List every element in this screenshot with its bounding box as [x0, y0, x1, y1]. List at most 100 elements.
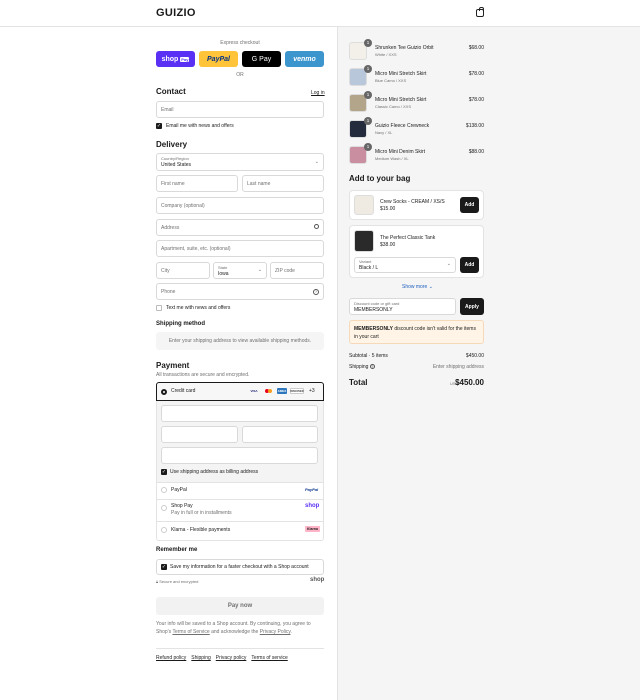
shop-pay-logo: shop — [161, 55, 179, 63]
pay-now-button[interactable]: Pay now — [156, 597, 324, 615]
help-icon[interactable]: ? — [313, 289, 319, 295]
chevron-down-icon: ⌄ — [314, 159, 319, 165]
email-news-label: Email me with news and offers — [166, 123, 234, 129]
last-name-field[interactable]: Last name — [242, 175, 324, 192]
city-field[interactable]: City — [156, 262, 210, 279]
billing-address-label: Use shipping address as billing address — [170, 469, 259, 475]
discover-icon: DISCOVER — [290, 388, 304, 394]
venmo-logo: venmo — [293, 55, 316, 63]
item-variant: White / XXS — [375, 52, 397, 57]
info-icon[interactable]: ? — [369, 364, 375, 370]
item-name: Micro Mini Denim Skirt — [375, 149, 426, 155]
item-variant: Navy / XL — [375, 130, 393, 135]
mastercard-icon — [263, 388, 273, 394]
paypal-button[interactable]: PayPal — [199, 51, 238, 67]
privacy-policy-link[interactable]: Privacy policy — [216, 655, 247, 661]
logo[interactable]: GUIZIO — [156, 7, 196, 19]
klarna-option-label: Klarna - Flexible payments — [171, 527, 231, 533]
shop-pay-button[interactable]: shop Pay — [156, 51, 195, 67]
save-info-checkbox[interactable]: ✓ — [161, 564, 167, 570]
terms-of-service-link[interactable]: Terms of service — [251, 655, 287, 661]
terms-link[interactable]: Terms of Service — [172, 629, 209, 635]
variant-select[interactable]: Variant Black / L ⌄ — [354, 257, 456, 273]
item-price: $88.00 — [468, 149, 484, 155]
add-to-bag-title: Add to your bag — [349, 174, 411, 183]
item-quantity-badge: 1 — [364, 65, 372, 73]
divider — [156, 521, 324, 522]
state-value: Iowa — [218, 271, 229, 277]
text-news-label: Text me with news and offers — [166, 305, 231, 311]
credit-card-radio[interactable] — [161, 389, 167, 395]
last-name-placeholder: Last name — [247, 180, 271, 187]
company-field[interactable]: Company (optional) — [156, 197, 324, 214]
venmo-button[interactable]: venmo — [285, 51, 324, 67]
card-number-field[interactable] — [161, 405, 318, 422]
first-name-field[interactable]: First name — [156, 175, 238, 192]
payment-subtitle: All transactions are secure and encrypte… — [156, 372, 250, 378]
shipping-method-placeholder: Enter your shipping address to view avai… — [156, 332, 324, 350]
save-info-label: Save my information for a faster checkou… — [170, 564, 309, 570]
secure-encrypted-text: Secure and encrypted — [159, 579, 199, 584]
billing-address-checkbox[interactable]: ✓ — [161, 469, 167, 475]
shop-pay-radio[interactable] — [161, 505, 167, 511]
country-select[interactable]: Country/Region United States ⌄ — [156, 153, 324, 171]
privacy-link[interactable]: Privacy Policy — [260, 629, 291, 635]
visa-icon: VISA — [250, 389, 258, 393]
shipping-method-title: Shipping method — [156, 321, 205, 327]
discount-field[interactable]: Discount code or gift card MEMBERSONLY — [349, 298, 456, 315]
apply-button[interactable]: Apply — [460, 298, 484, 315]
country-value: United States — [161, 162, 192, 168]
upsell-item-price: $15.00 — [380, 206, 396, 212]
or-divider: OR — [236, 72, 244, 78]
shipping-label-text: Shipping — [349, 364, 369, 370]
apartment-field[interactable]: Apartment, suite, etc. (optional) — [156, 240, 324, 257]
name-on-card-field[interactable] — [161, 447, 318, 464]
classic-tank-image — [354, 230, 374, 252]
email-news-checkbox[interactable]: ✓ — [156, 123, 162, 129]
variant-label: Variant — [359, 259, 372, 264]
phone-field[interactable]: Phone? — [156, 283, 324, 300]
item-name: Guizio Fleece Crewneck — [375, 123, 430, 129]
lock-icon: 🔒︎ — [156, 579, 159, 584]
shop-logo: shop — [310, 577, 325, 583]
item-price: $68.00 — [468, 45, 484, 51]
login-link[interactable]: Log in — [311, 90, 325, 96]
show-more-link[interactable]: Show more ⌄ — [402, 284, 433, 290]
item-name: Micro Mini Stretch Skirt — [375, 71, 427, 77]
email-placeholder: Email — [161, 106, 174, 113]
address-placeholder: Address — [161, 224, 180, 231]
refund-policy-link[interactable]: Refund policy — [156, 655, 186, 661]
upsell-item-name: The Perfect Classic Tank — [380, 235, 436, 241]
amex-icon: AMEX — [277, 388, 287, 394]
discount-label: Discount code or gift card — [354, 301, 400, 306]
remember-me-title: Remember me — [156, 547, 198, 553]
shopping-bag-icon[interactable] — [476, 7, 484, 17]
text-news-checkbox[interactable] — [156, 305, 162, 311]
klarna-radio[interactable] — [161, 527, 167, 533]
address-field[interactable]: Address — [156, 219, 324, 236]
paypal-radio[interactable] — [161, 487, 167, 493]
item-price: $138.00 — [465, 123, 484, 129]
divider — [156, 648, 324, 649]
expiration-field[interactable] — [161, 426, 238, 443]
paypal-logo: PayPal — [305, 487, 319, 492]
more-cards-count: +3 — [309, 388, 315, 394]
add-button[interactable]: Add — [460, 257, 479, 273]
upsell-item-name: Crew Socks - CREAM / XS/S — [380, 199, 445, 205]
item-quantity-badge: 1 — [364, 91, 372, 99]
footer-links: Refund policy Shipping Privacy policy Te… — [156, 655, 288, 661]
shop-pay-option-label: Shop Pay — [171, 503, 193, 509]
item-name: Micro Mini Stretch Skirt — [375, 97, 427, 103]
zip-placeholder: ZIP code — [275, 267, 295, 274]
zip-field[interactable]: ZIP code — [270, 262, 324, 279]
item-name: Shrunken Tee Guizio Orbit — [375, 45, 434, 51]
shop-pay-logo: shop — [305, 503, 320, 509]
google-pay-logo: G Pay — [251, 55, 272, 63]
paypal-option-label: PayPal — [171, 487, 187, 493]
state-select[interactable]: State Iowa ⌄ — [213, 262, 267, 279]
security-code-field[interactable] — [242, 426, 318, 443]
google-pay-button[interactable]: G Pay — [242, 51, 281, 67]
email-field[interactable]: Email — [156, 101, 324, 118]
add-button[interactable]: Add — [460, 197, 479, 213]
shipping-link[interactable]: Shipping — [191, 655, 210, 661]
